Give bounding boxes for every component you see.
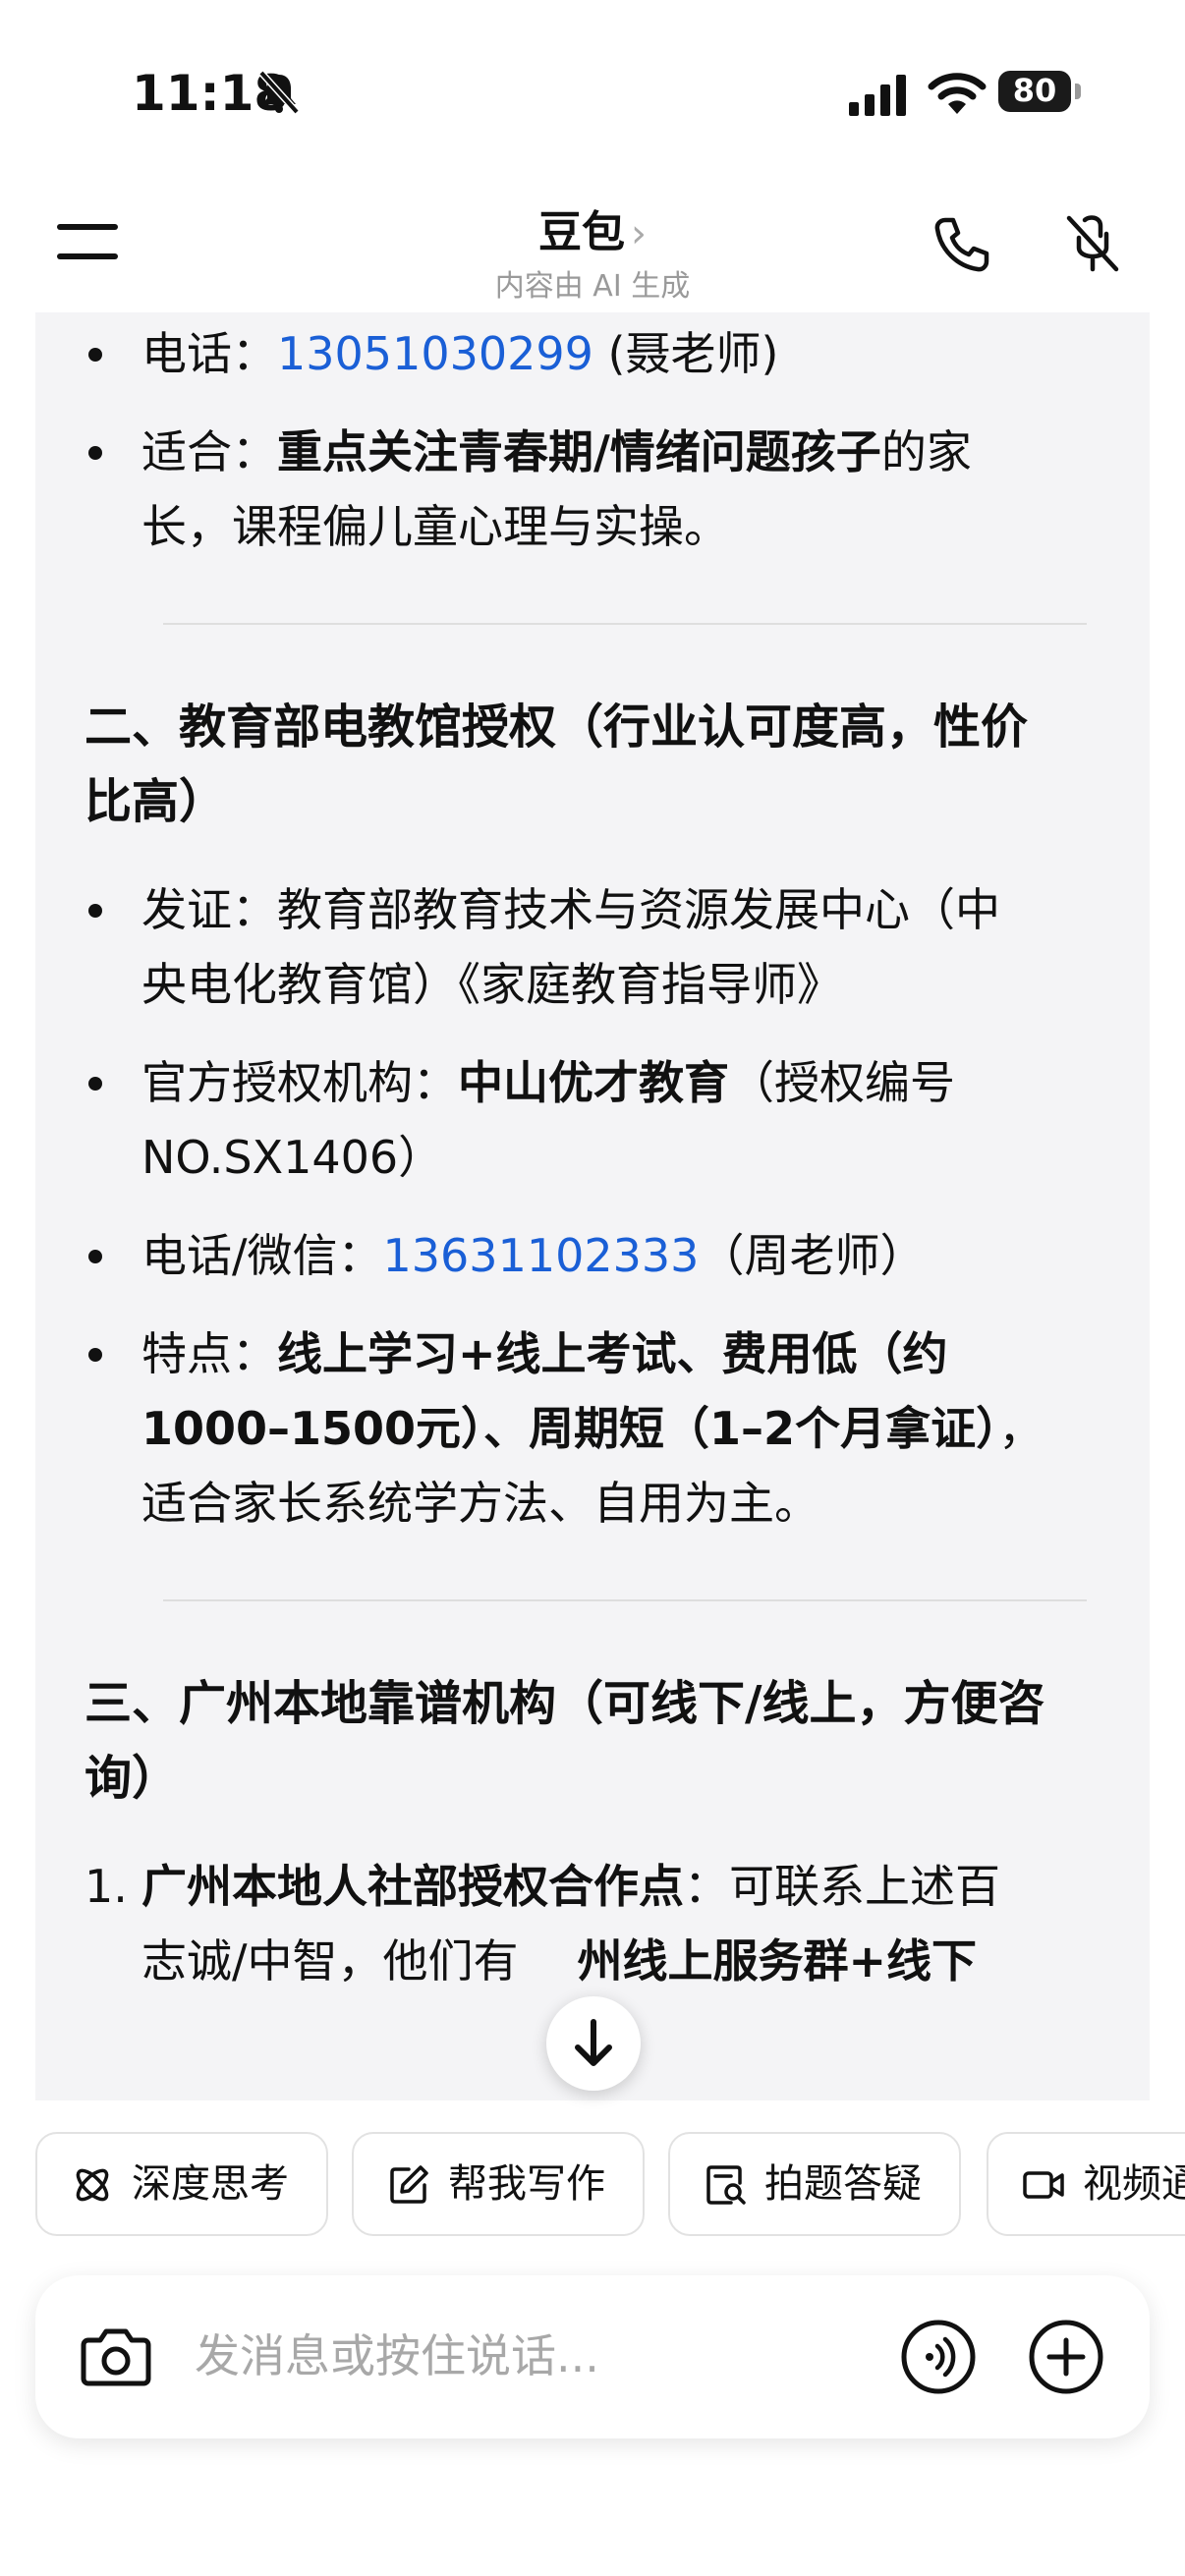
list-item: 适合：重点关注青春期/情绪问题孩子的家 长，课程偏儿童心理与实操。: [85, 415, 1126, 564]
video-icon: [1023, 2171, 1064, 2199]
atom-icon: [76, 2168, 109, 2202]
battery-indicator: 80: [998, 71, 1081, 114]
scan-doc-icon: [706, 2165, 746, 2205]
edit-icon: [390, 2165, 428, 2204]
phone-call-icon[interactable]: [931, 214, 992, 275]
list-item: 电话：13051030299 (聂老师): [85, 316, 1126, 391]
chip-photo-question[interactable]: 拍题答疑: [668, 2132, 961, 2236]
section-heading: 三、广州本地靠谱机构（可线下/线上，方便咨 询）: [85, 1676, 1045, 1806]
message-input[interactable]: 发消息或按住说话...: [195, 2321, 599, 2391]
list-item: 发证：教育部教育技术与资源发展中心（中 央电化教育馆）《家庭教育指导师》: [85, 872, 1126, 1022]
chevron-right-icon: ›: [631, 211, 647, 256]
status-bar: 11:18 80: [0, 0, 1185, 177]
chat-title[interactable]: 豆包 ›: [0, 196, 1185, 259]
chip-video-call[interactable]: 视频通: [987, 2132, 1185, 2236]
camera-icon[interactable]: [81, 2324, 151, 2387]
list-item: 1. 广州本地人社部授权合作点：可联系上述百 志诚/中智，他们有 州线上服务群+线…: [85, 1860, 1000, 1988]
list-item: 特点：线上学习+线上考试、费用低（约 1000–1500元）、周期短（1–2个月…: [85, 1316, 1126, 1540]
chat-header: 豆包 › 内容由 AI 生成: [0, 177, 1185, 314]
divider: [163, 1599, 1087, 1601]
battery-level: 80: [1012, 72, 1057, 109]
phone-link[interactable]: 13631102333: [383, 1229, 700, 1282]
arrow-down-icon: [575, 2019, 612, 2066]
plus-icon[interactable]: [1028, 2319, 1104, 2395]
phone-link[interactable]: 13051030299: [277, 327, 593, 380]
message-content: 电话：13051030299 (聂老师) 适合：重点关注青春期/情绪问题孩子的家…: [85, 312, 1126, 1998]
list-item: 电话/微信：13631102333（周老师）: [85, 1218, 1126, 1293]
message-input-bar: 发消息或按住说话...: [35, 2275, 1150, 2438]
bell-muted-icon: [258, 70, 300, 115]
wifi-icon: [928, 73, 987, 114]
voice-off-icon[interactable]: [1061, 212, 1124, 275]
scroll-to-bottom-button[interactable]: [546, 1996, 641, 2091]
chip-help-write[interactable]: 帮我写作: [352, 2132, 645, 2236]
assistant-message: 电话：13051030299 (聂老师) 适合：重点关注青春期/情绪问题孩子的家…: [35, 312, 1150, 2100]
quick-actions: 深度思考 帮我写作 拍题答疑 视频通: [0, 2132, 1185, 2240]
divider: [163, 623, 1087, 625]
voice-input-icon[interactable]: [900, 2319, 977, 2395]
list-item: 官方授权机构：中山优才教育（授权编号 NO.SX1406）: [85, 1045, 1126, 1195]
ai-disclaimer: 内容由 AI 生成: [494, 269, 691, 304]
section-heading: 二、教育部电教馆授权（行业认可度高，性价 比高）: [85, 700, 1029, 829]
cellular-signal-icon: [849, 75, 906, 116]
bot-name: 豆包: [538, 207, 625, 257]
chip-deep-thinking[interactable]: 深度思考: [35, 2132, 328, 2236]
